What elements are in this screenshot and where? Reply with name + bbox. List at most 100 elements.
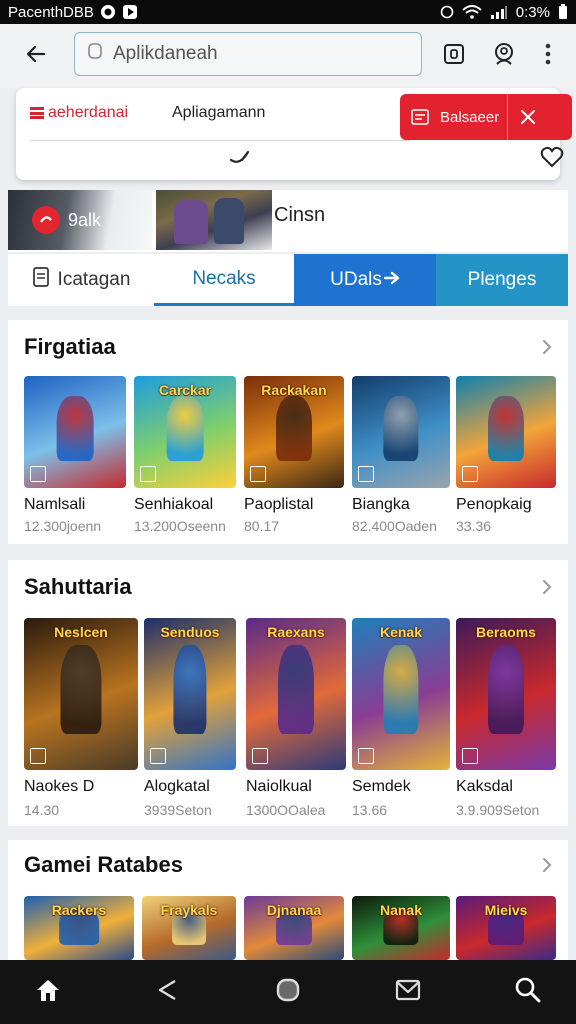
game-thumbnail[interactable]: Nanak (352, 896, 450, 960)
tab-label: Necaks (192, 267, 256, 289)
game-thumbnail[interactable]: Beraoms (456, 618, 556, 770)
game-character (488, 396, 524, 462)
suggestion-cta-button[interactable]: Balsaeer (400, 94, 572, 140)
nav-recents[interactable] (262, 966, 314, 1018)
search-input[interactable]: Aplikdaneah (74, 32, 422, 76)
battery-label: 0:3% (515, 3, 550, 21)
game-character (166, 396, 204, 462)
more-button[interactable] (528, 36, 568, 76)
game-meta: 80.17 (244, 518, 280, 534)
game-card[interactable]: Penopkaig 33.36 (456, 376, 556, 538)
game-logo-text: Senduos (160, 624, 220, 640)
game-card[interactable]: Namlsali 12.300joenn (24, 376, 126, 538)
heart-icon[interactable] (540, 146, 564, 173)
nav-back[interactable] (142, 966, 194, 1018)
game-thumbnail[interactable]: Neslcen (24, 618, 138, 770)
game-name: Semdek (352, 778, 411, 795)
game-meta: 82.400Oaden (352, 518, 437, 534)
game-card[interactable]: Kenak Semdek 13.66 (352, 618, 450, 822)
game-card[interactable]: Beraoms Kaksdal 3.9.909Seton (456, 618, 556, 822)
game-character (56, 396, 94, 462)
back-button[interactable] (12, 32, 60, 80)
game-name: Naokes D (24, 778, 95, 795)
promo-image[interactable] (156, 190, 272, 250)
game-thumbnail[interactable]: Raexans (246, 618, 346, 770)
game-card[interactable]: Raexans Naiolkual 1300OOalea (246, 618, 346, 822)
wallet-button[interactable] (434, 36, 474, 76)
nav-home[interactable] (22, 966, 74, 1018)
suggestion-query[interactable]: Apliagamann (172, 104, 265, 122)
game-card[interactable]: Carckar Senhiakoal 13.200Oseenn (134, 376, 236, 538)
chevron-right-icon[interactable] (540, 856, 554, 879)
game-character (173, 645, 207, 734)
alarm-icon (440, 5, 454, 19)
top-bar: Aplikdaneah (0, 24, 576, 88)
promo-strip: 9alk Cinsn (8, 190, 568, 252)
tab-selected[interactable]: Necaks (154, 254, 294, 306)
game-logo-text: Djnanaa (266, 902, 322, 918)
account-icon (491, 41, 517, 72)
game-card[interactable]: Djnanaa (244, 896, 344, 960)
game-name: Namlsali (24, 496, 86, 513)
suggestion-brand[interactable]: aeherdanai (30, 104, 128, 122)
carrier-label: PacenthDBB (8, 3, 94, 21)
game-thumbnail[interactable]: Senduos (144, 618, 236, 770)
nav-search[interactable] (502, 966, 554, 1018)
game-thumbnail[interactable] (24, 376, 126, 488)
game-thumbnail[interactable]: Mieivs (456, 896, 556, 960)
section-title: Sahuttaria (24, 574, 132, 599)
promo-banner[interactable]: 9alk (8, 190, 152, 250)
game-card[interactable]: Rackakan Paoplistal 80.17 (244, 376, 344, 538)
game-logo-text: Rackakan (261, 382, 327, 398)
game-name: Kaksdal (456, 778, 513, 795)
game-card[interactable]: Fraykals (142, 896, 236, 960)
tab-categories[interactable]: Icatagan (8, 254, 154, 306)
promo-title: Cinsn (274, 204, 326, 226)
rating-badge-icon (150, 748, 166, 764)
game-meta: 33.36 (456, 518, 492, 534)
suggestion-cta-label: Balsaeer (440, 108, 500, 126)
game-thumbnail[interactable]: Rackers (24, 896, 134, 960)
rating-badge-icon (462, 466, 478, 482)
game-card[interactable]: Rackers (24, 896, 134, 960)
account-button[interactable] (484, 36, 524, 76)
game-section: Gamei Ratabes Rackers Fraykals Djnanaa Nanak… (8, 840, 568, 960)
game-meta: 3.9.909Seton (456, 802, 540, 818)
chevron-right-icon[interactable] (540, 338, 554, 361)
game-thumbnail[interactable] (352, 376, 450, 488)
game-meta: 1300OOalea (246, 802, 326, 818)
tab-challenges[interactable]: Plenges (436, 254, 568, 306)
rating-badge-icon (30, 466, 46, 482)
game-thumbnail[interactable]: Djnanaa (244, 896, 344, 960)
more-icon (545, 43, 551, 70)
tab-updates[interactable]: UDals (294, 254, 436, 306)
game-thumbnail[interactable]: Rackakan (244, 376, 344, 488)
game-card[interactable]: Neslcen Naokes D 14.30 (24, 618, 138, 822)
game-meta: 13.200Oseenn (134, 518, 226, 534)
suggestion-brand-label: aeherdanai (48, 104, 129, 121)
arrow-right-icon (383, 269, 400, 291)
category-tabs: Icatagan Necaks UDals Plenges (8, 254, 568, 306)
game-character (278, 645, 314, 734)
game-thumbnail[interactable] (456, 376, 556, 488)
search-icon (514, 976, 542, 1009)
promo-label: 9alk (68, 209, 102, 230)
game-logo-text: Mieivs (484, 902, 528, 918)
game-name: Paoplistal (244, 496, 314, 513)
game-card[interactable]: Biangka 82.400Oaden (352, 376, 450, 538)
game-card[interactable]: Senduos Alogkatal 3939Seton (144, 618, 236, 822)
game-meta: 12.300joenn (24, 518, 102, 534)
game-thumbnail[interactable]: Fraykals (142, 896, 236, 960)
game-thumbnail[interactable]: Kenak (352, 618, 450, 770)
game-card[interactable]: Nanak (352, 896, 450, 960)
game-card[interactable]: Mieivs (456, 896, 556, 960)
suggestion-divider (30, 140, 410, 141)
chevron-right-icon[interactable] (540, 578, 554, 601)
send-arrow-icon[interactable] (228, 148, 252, 173)
status-bar: PacenthDBB 0:3% (0, 0, 576, 24)
nav-mail[interactable] (382, 966, 434, 1018)
close-icon[interactable] (508, 108, 548, 126)
game-thumbnail[interactable]: Carckar (134, 376, 236, 488)
game-character (488, 645, 524, 734)
section-title: Gamei Ratabes (24, 852, 183, 877)
